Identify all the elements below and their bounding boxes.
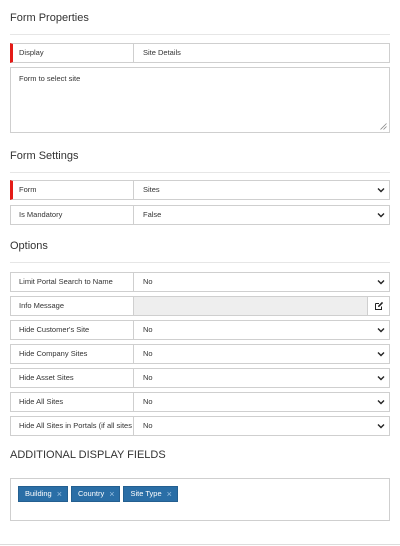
form-row: Form Sites bbox=[10, 180, 390, 200]
description-textarea[interactable]: Form to select site bbox=[10, 67, 390, 133]
chevron-down-icon bbox=[377, 328, 385, 333]
divider bbox=[10, 262, 390, 263]
hide-all-select[interactable]: No bbox=[134, 392, 390, 412]
tag-building: Building × bbox=[18, 486, 68, 502]
hide-asset-label: Hide Asset Sites bbox=[10, 368, 134, 388]
tag-site-type: Site Type × bbox=[123, 486, 178, 502]
hide-all-portals-label: Hide All Sites in Portals (if all sites bbox=[10, 416, 134, 436]
hide-customer-select[interactable]: No bbox=[134, 320, 390, 340]
hide-all-portals-select[interactable]: No bbox=[134, 416, 390, 436]
options-heading: Options bbox=[10, 240, 48, 252]
mandatory-row: Is Mandatory False bbox=[10, 205, 390, 225]
hide-customer-row: Hide Customer's Site No bbox=[10, 320, 390, 340]
tag-country: Country × bbox=[70, 486, 121, 502]
tag-label: Building bbox=[25, 489, 52, 498]
hide-asset-row: Hide Asset Sites No bbox=[10, 368, 390, 388]
edit-icon bbox=[374, 301, 383, 310]
hide-customer-value: No bbox=[143, 325, 153, 334]
hide-company-label: Hide Company Sites bbox=[10, 344, 134, 364]
chevron-down-icon bbox=[377, 213, 385, 218]
hide-all-row: Hide All Sites No bbox=[10, 392, 390, 412]
divider bbox=[0, 544, 400, 545]
info-message-label: Info Message bbox=[10, 296, 134, 316]
form-select[interactable]: Sites bbox=[134, 180, 390, 200]
info-message-row: Info Message bbox=[10, 296, 390, 316]
hide-all-value: No bbox=[143, 397, 153, 406]
hide-company-row: Hide Company Sites No bbox=[10, 344, 390, 364]
mandatory-label: Is Mandatory bbox=[10, 205, 134, 225]
mandatory-select[interactable]: False bbox=[134, 205, 390, 225]
tag-label: Site Type bbox=[130, 489, 162, 498]
additional-fields-multiselect[interactable]: Building × Country × Site Type × bbox=[10, 478, 390, 521]
chevron-down-icon bbox=[377, 376, 385, 381]
hide-company-select[interactable]: No bbox=[134, 344, 390, 364]
remove-tag-icon[interactable]: × bbox=[57, 486, 62, 502]
hide-all-label: Hide All Sites bbox=[10, 392, 134, 412]
chevron-down-icon bbox=[377, 280, 385, 285]
divider bbox=[10, 172, 390, 173]
hide-customer-label: Hide Customer's Site bbox=[10, 320, 134, 340]
limit-portal-select[interactable]: No bbox=[134, 272, 390, 292]
remove-tag-icon[interactable]: × bbox=[167, 486, 172, 502]
display-input[interactable]: Site Details bbox=[134, 43, 390, 63]
display-label: Display bbox=[10, 43, 134, 63]
chevron-down-icon bbox=[377, 352, 385, 357]
edit-info-message-button[interactable] bbox=[368, 296, 390, 316]
limit-portal-label: Limit Portal Search to Name bbox=[10, 272, 134, 292]
mandatory-select-value: False bbox=[143, 210, 162, 219]
hide-asset-value: No bbox=[143, 373, 153, 382]
chevron-down-icon bbox=[377, 400, 385, 405]
hide-asset-select[interactable]: No bbox=[134, 368, 390, 388]
form-label: Form bbox=[10, 180, 134, 200]
form-properties-heading: Form Properties bbox=[10, 12, 89, 24]
description-text: Form to select site bbox=[19, 74, 81, 83]
display-row: Display Site Details bbox=[10, 43, 390, 63]
hide-all-portals-row: Hide All Sites in Portals (if all sites … bbox=[10, 416, 390, 436]
remove-tag-icon[interactable]: × bbox=[109, 486, 114, 502]
resize-handle-icon[interactable] bbox=[380, 123, 387, 130]
additional-display-fields-heading: ADDITIONAL DISPLAY FIELDS bbox=[10, 449, 166, 461]
limit-portal-value: No bbox=[143, 277, 153, 286]
form-settings-heading: Form Settings bbox=[10, 150, 79, 162]
limit-portal-row: Limit Portal Search to Name No bbox=[10, 272, 390, 292]
hide-all-portals-value: No bbox=[143, 421, 153, 430]
chevron-down-icon bbox=[377, 188, 385, 193]
form-select-value: Sites bbox=[143, 185, 160, 194]
divider bbox=[10, 34, 390, 35]
hide-company-value: No bbox=[143, 349, 153, 358]
info-message-input bbox=[134, 296, 368, 316]
chevron-down-icon bbox=[377, 424, 385, 429]
tag-label: Country bbox=[77, 489, 105, 498]
